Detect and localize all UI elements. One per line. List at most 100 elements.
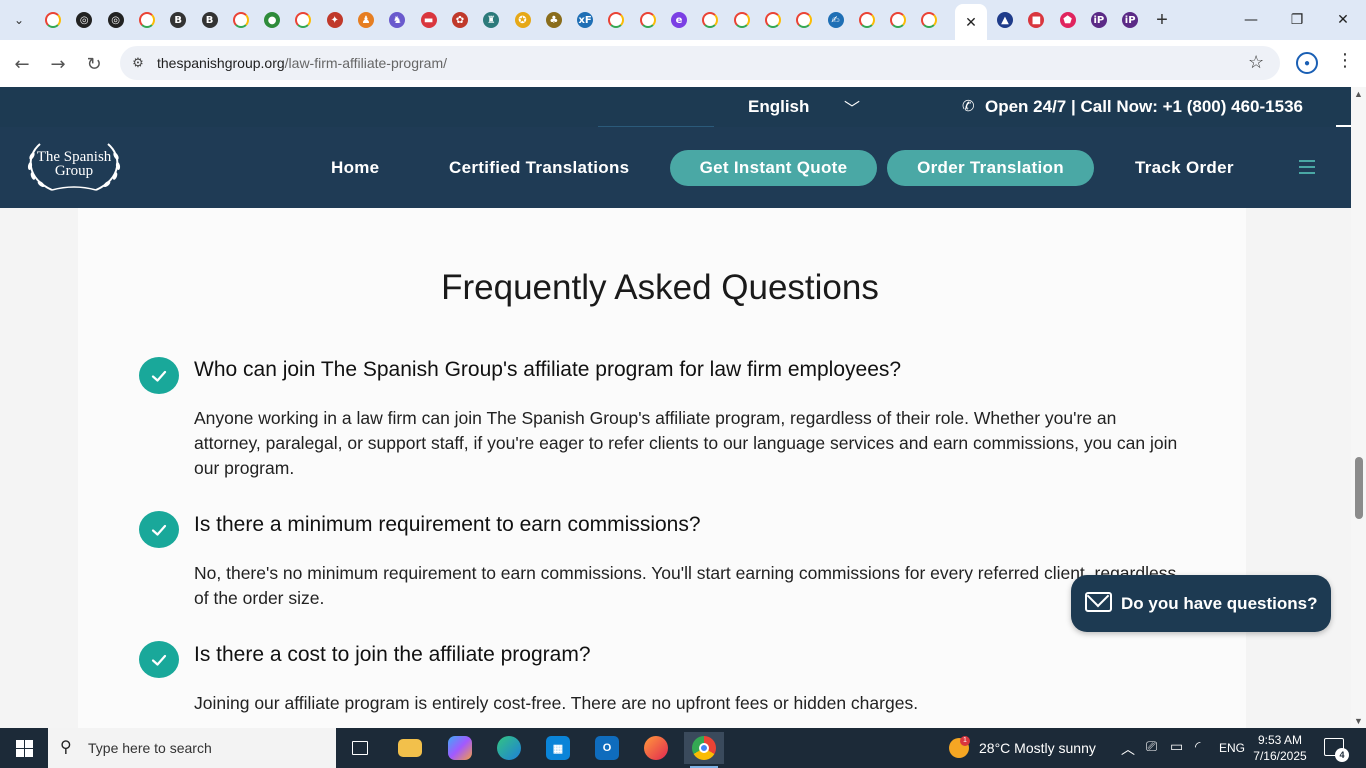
browser-tab[interactable]: ■	[1024, 8, 1048, 32]
ip-icon: iP	[1122, 12, 1139, 28]
chrome-menu-icon[interactable]: ⋮	[1336, 50, 1354, 71]
browser-tab[interactable]: ♜	[479, 8, 503, 32]
chrome-taskbar-icon[interactable]	[684, 732, 724, 768]
microsoft-store-icon[interactable]: ▦	[538, 732, 578, 764]
page-scrollbar[interactable]: ▲ ▼	[1351, 87, 1366, 728]
e-circle-icon: e	[671, 12, 687, 28]
scroll-up-arrow-icon[interactable]: ▲	[1354, 89, 1363, 99]
wifi-icon[interactable]: ◜	[1195, 739, 1200, 755]
hamburger-menu-icon[interactable]	[1299, 160, 1315, 174]
browser-tab[interactable]: ✪	[511, 8, 535, 32]
faq-question-1[interactable]: Who can join The Spanish Group's affilia…	[194, 358, 901, 382]
browser-tab[interactable]: iP	[1118, 8, 1142, 32]
browser-tab[interactable]: iP	[1087, 8, 1111, 32]
back-arrow-icon[interactable]: ←	[8, 50, 36, 78]
browser-tab[interactable]	[636, 8, 660, 32]
minimize-icon[interactable]: —	[1228, 0, 1274, 40]
url-text[interactable]: thespanishgroup.org/law-firm-affiliate-p…	[157, 55, 447, 71]
red-bar-icon: ▬	[420, 12, 437, 28]
scroll-down-arrow-icon[interactable]: ▼	[1354, 716, 1363, 726]
file-explorer-icon[interactable]	[390, 732, 430, 764]
green-globe-icon: ●	[264, 12, 281, 28]
windows-taskbar: ⚲ Type here to search ▦ O 1 28°C Mostly …	[0, 728, 1366, 768]
pineapple-icon: ♣	[545, 12, 562, 28]
tray-chevron-up-icon[interactable]: ︿	[1121, 739, 1135, 759]
browser-tab[interactable]: ♟	[354, 8, 378, 32]
outlook-icon[interactable]: O	[587, 732, 627, 764]
faq-question-3[interactable]: Is there a cost to join the affiliate pr…	[194, 643, 591, 667]
browser-tab[interactable]	[886, 8, 910, 32]
active-tab-close-icon[interactable]: ✕	[955, 4, 987, 40]
browser-tab[interactable]: ✦	[323, 8, 347, 32]
browser-tab[interactable]: B	[166, 8, 190, 32]
weather-text[interactable]: 28°C Mostly sunny	[979, 740, 1096, 756]
browser-tab[interactable]: ♣	[542, 8, 566, 32]
browser-tab[interactable]	[604, 8, 628, 32]
meet-icon[interactable]: ⎚	[1146, 739, 1157, 755]
browser-tab[interactable]	[135, 8, 159, 32]
input-language[interactable]: ENG	[1219, 741, 1245, 755]
faq-question-2[interactable]: Is there a minimum requirement to earn c…	[194, 513, 701, 537]
browser-tab[interactable]	[698, 8, 722, 32]
browser-tab[interactable]: xF	[573, 8, 597, 32]
browser-tab[interactable]	[291, 8, 315, 32]
restore-icon[interactable]: ❐	[1274, 0, 1320, 40]
search-icon: ⚲	[60, 737, 72, 756]
get-instant-quote-button[interactable]: Get Instant Quote	[670, 150, 877, 186]
edge-icon[interactable]	[489, 732, 529, 764]
browser-tab[interactable]: e	[667, 8, 691, 32]
language-chevron-icon[interactable]: ﹀	[844, 95, 860, 119]
red-square-icon: ■	[1028, 12, 1045, 28]
google-icon	[138, 12, 155, 28]
browser-tab[interactable]: ♞	[385, 8, 409, 32]
nav-home[interactable]: Home	[331, 158, 379, 178]
address-bar[interactable]: ⚙ thespanishgroup.org/law-firm-affiliate…	[120, 46, 1280, 80]
site-info-icon[interactable]: ⚙	[128, 53, 148, 73]
phone-contact[interactable]: Open 24/7 | Call Now: +1 (800) 460-1536	[985, 97, 1303, 117]
browser-tab[interactable]: ●	[260, 8, 284, 32]
browser-tab[interactable]: ✿	[448, 8, 472, 32]
browser-tab[interactable]	[730, 8, 754, 32]
battery-icon[interactable]: ▭	[1170, 739, 1183, 755]
scroll-thumb[interactable]	[1355, 457, 1363, 519]
reload-icon[interactable]: ↻	[80, 50, 108, 78]
browser-tab[interactable]: ▲	[993, 8, 1017, 32]
browser-tab[interactable]: B	[198, 8, 222, 32]
forward-arrow-icon[interactable]: →	[44, 50, 72, 78]
task-view-icon[interactable]	[340, 732, 380, 764]
questions-chat-button[interactable]: Do you have questions?	[1071, 575, 1331, 632]
browser-tab[interactable]	[761, 8, 785, 32]
new-tab-plus-icon[interactable]: +	[1150, 8, 1174, 32]
language-selector[interactable]: English	[748, 97, 809, 117]
bold-b-icon: B	[201, 12, 218, 28]
site-logo[interactable]: The Spanish Group	[22, 136, 126, 196]
profile-avatar-icon[interactable]: ●	[1296, 52, 1318, 74]
taskbar-search-box[interactable]: ⚲ Type here to search	[48, 728, 336, 768]
browser-tab[interactable]	[792, 8, 816, 32]
browser-tab[interactable]	[917, 8, 941, 32]
browser-tab[interactable]: ✍	[824, 8, 848, 32]
system-clock[interactable]: 9:53 AM 7/16/2025	[1252, 732, 1308, 764]
browser-tab[interactable]: ◎	[104, 8, 128, 32]
browser-tab[interactable]: ⬟	[1056, 8, 1080, 32]
close-window-icon[interactable]: ✕	[1320, 0, 1366, 40]
browser-tab[interactable]: ▬	[417, 8, 441, 32]
google-icon	[764, 12, 781, 28]
start-button[interactable]	[0, 728, 48, 768]
copilot-icon[interactable]	[440, 732, 480, 764]
browser-tab[interactable]	[229, 8, 253, 32]
site-main-nav: The Spanish Group Home Certified Transla…	[0, 127, 1351, 208]
order-translation-button[interactable]: Order Translation	[887, 150, 1094, 186]
browser-tab[interactable]	[855, 8, 879, 32]
tab-search-chevron-icon[interactable]: ⌄	[7, 8, 31, 32]
bookmark-star-icon[interactable]: ☆	[1248, 52, 1264, 73]
google-icon	[796, 12, 813, 28]
browser-tab[interactable]: ◎	[72, 8, 96, 32]
faq-answer-3: Joining our affiliate program is entirel…	[194, 693, 919, 713]
logo-line-2: Group	[54, 163, 94, 179]
nav-certified-translations[interactable]: Certified Translations	[449, 158, 629, 178]
firefox-icon[interactable]	[636, 732, 676, 764]
browser-tab[interactable]	[41, 8, 65, 32]
page-content: Frequently Asked Questions Who can join …	[0, 208, 1351, 728]
nav-track-order[interactable]: Track Order	[1135, 158, 1234, 178]
